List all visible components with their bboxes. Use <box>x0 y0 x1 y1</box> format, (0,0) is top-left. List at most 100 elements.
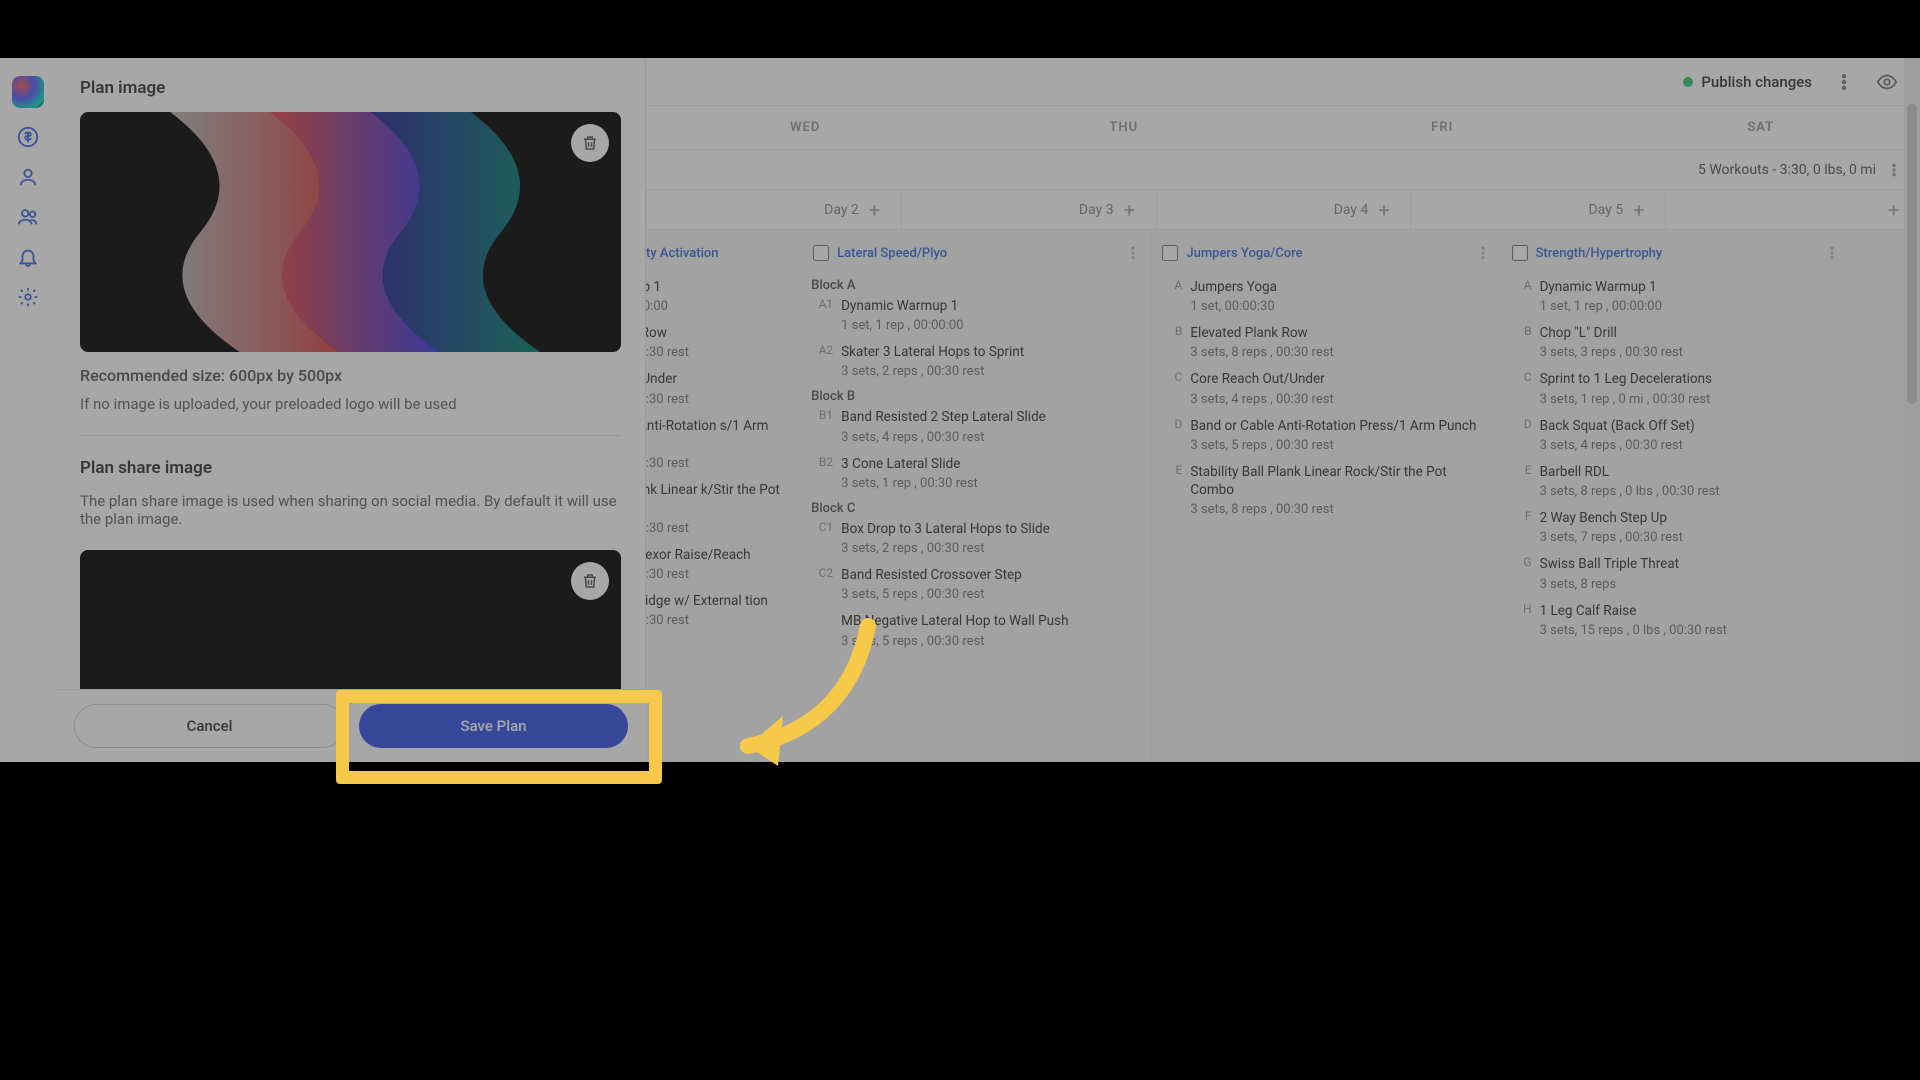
exercise-item[interactable]: C2 Band Resisted Crossover Step 3 sets, … <box>813 566 1141 602</box>
exercise-meta: s, 8 reps , 00:30 rest <box>646 345 792 360</box>
workout-title[interactable]: Strength/Hypertrophy <box>1536 246 1816 261</box>
column-menu-icon[interactable] <box>1475 245 1491 261</box>
user-icon[interactable] <box>17 166 39 188</box>
users-icon[interactable] <box>17 206 39 228</box>
exercise-badge: B <box>1162 324 1182 338</box>
day-label: Day 2 <box>824 202 859 218</box>
exercise-meta: 3 sets, 2 reps , 00:30 rest <box>841 541 1141 556</box>
exercise-item[interactable]: B Elevated Plank Row 3 sets, 8 reps , 00… <box>1162 324 1490 360</box>
exercise-badge: C1 <box>813 520 833 534</box>
workout-column: Strength/Hypertrophy A Dynamic Warmup 1 … <box>1501 230 1850 762</box>
planner-topbar: Publish changes <box>646 58 1920 106</box>
exercise-name: MB Negative Lateral Hop to Wall Push <box>841 612 1141 630</box>
add-day-icon[interactable]: + <box>1124 201 1142 219</box>
exercise-meta: 3 sets, 3 reps , 00:30 rest <box>1540 345 1840 360</box>
bell-icon[interactable] <box>17 246 39 268</box>
exercise-item[interactable]: C Core Reach Out/Under 3 sets, 4 reps , … <box>1162 370 1490 406</box>
exercise-item[interactable]: D Back Squat (Back Off Set) 3 sets, 4 re… <box>1512 417 1840 453</box>
exercise-name: 3 Cone Lateral Slide <box>841 455 1141 473</box>
exercise-item[interactable]: C1 Box Drop to 3 Lateral Hops to Slide 3… <box>813 520 1141 556</box>
exercise-item[interactable]: C Sprint to 1 Leg Decelerations 3 sets, … <box>1512 370 1840 406</box>
exercise-item[interactable]: Kneel Hip Flexor Raise/Reach s, 2 reps ,… <box>646 546 792 582</box>
save-plan-button[interactable]: Save Plan <box>359 704 628 748</box>
workout-checkbox[interactable] <box>813 245 829 261</box>
block-label: Block B <box>811 389 1141 404</box>
exercise-badge: E <box>1512 463 1532 477</box>
exercise-name: mic Warmup 1 <box>646 278 792 296</box>
exercise-item[interactable]: E Barbell RDL 3 sets, 8 reps , 0 lbs , 0… <box>1512 463 1840 499</box>
publish-changes-button[interactable]: Publish changes <box>1683 73 1812 91</box>
exercise-meta: 3 sets, 5 reps , 00:30 rest <box>841 587 1141 602</box>
column-menu-icon[interactable] <box>1125 245 1141 261</box>
exercise-item[interactable]: D Band or Cable Anti-Rotation Press/1 Ar… <box>1162 417 1490 453</box>
exercise-name: Band Hip Bridge w/ External tion <box>646 592 792 610</box>
planner-scrollbar[interactable] <box>1904 58 1920 762</box>
exercise-badge: H <box>1512 602 1532 616</box>
exercise-item[interactable]: F 2 Way Bench Step Up 3 sets, 7 reps , 0… <box>1512 509 1840 545</box>
exercise-item[interactable]: d or Cable Anti-Rotation s/1 Arm Punch s… <box>646 417 792 471</box>
exercise-badge: E <box>1162 463 1182 477</box>
exercise-badge: B <box>1512 324 1532 338</box>
exercise-badge: A1 <box>813 297 833 311</box>
workout-title[interactable]: /Movement Quality Activation <box>646 246 792 261</box>
cancel-button[interactable]: Cancel <box>74 704 345 748</box>
workout-checkbox[interactable] <box>1512 245 1528 261</box>
exercise-meta: 1 set, 1 rep , 00:00:00 <box>1540 299 1840 314</box>
delete-share-image-button[interactable] <box>571 562 609 600</box>
app-logo[interactable] <box>12 76 44 108</box>
add-day-icon[interactable]: + <box>869 201 887 219</box>
exercise-item[interactable]: E Stability Ball Plank Linear Rock/Stir … <box>1162 463 1490 517</box>
exercise-name: Back Squat (Back Off Set) <box>1540 417 1840 435</box>
exercise-meta: 3 sets, 1 rep , 00:30 rest <box>841 476 1141 491</box>
exercise-name: Core Reach Out/Under <box>1190 370 1490 388</box>
exercise-meta: s, 8 reps , 00:30 rest <box>646 613 792 628</box>
column-menu-icon[interactable] <box>1824 245 1840 261</box>
share-image-title: Plan share image <box>80 458 621 478</box>
dollar-icon[interactable] <box>17 126 39 148</box>
delete-plan-image-button[interactable] <box>571 124 609 162</box>
exercise-item[interactable]: B Chop "L" Drill 3 sets, 3 reps , 00:30 … <box>1512 324 1840 360</box>
trash-icon <box>581 134 599 152</box>
plan-image-preview <box>80 112 621 352</box>
exercise-name: Band or Cable Anti-Rotation Press/1 Arm … <box>1190 417 1490 435</box>
exercise-item[interactable]: Band Hip Bridge w/ External tion s, 8 re… <box>646 592 792 628</box>
exercise-item[interactable]: A Jumpers Yoga 1 set, 00:00:30 <box>1162 278 1490 314</box>
exercise-name: Stability Ball Plank Linear Rock/Stir th… <box>1190 463 1490 499</box>
exercise-item[interactable]: H 1 Leg Calf Raise 3 sets, 15 reps , 0 l… <box>1512 602 1840 638</box>
share-image-desc: The plan share image is used when sharin… <box>80 492 621 528</box>
exercise-badge: C2 <box>813 566 833 580</box>
exercise-badge: A2 <box>813 343 833 357</box>
exercise-item[interactable]: B1 Band Resisted 2 Step Lateral Slide 3 … <box>813 408 1141 444</box>
exercise-name: 2 Way Bench Step Up <box>1540 509 1840 527</box>
exercise-badge: C <box>1512 370 1532 384</box>
preview-icon[interactable] <box>1876 71 1898 93</box>
workout-title[interactable]: Lateral Speed/Plyo <box>837 246 1117 261</box>
exercise-item[interactable]: G Swiss Ball Triple Threat 3 sets, 8 rep… <box>1512 555 1840 591</box>
workout-checkbox[interactable] <box>1162 245 1178 261</box>
exercise-meta: 3 sets, 5 reps , 00:30 rest <box>1190 438 1490 453</box>
add-day-icon[interactable]: + <box>1633 201 1651 219</box>
exercise-item[interactable]: Reach Out/Under s, 4 reps , 00:30 rest <box>646 370 792 406</box>
exercise-item[interactable]: A1 Dynamic Warmup 1 1 set, 1 rep , 00:00… <box>813 297 1141 333</box>
dayhdr-thu: THU <box>965 106 1284 149</box>
exercise-meta: 3 sets, 7 reps , 00:30 rest <box>1540 530 1840 545</box>
exercise-item[interactable]: MB Negative Lateral Hop to Wall Push 3 s… <box>813 612 1141 648</box>
add-day-icon[interactable]: + <box>1378 201 1396 219</box>
gear-icon[interactable] <box>17 286 39 308</box>
exercise-badge: A <box>1512 278 1532 292</box>
exercise-name: 1 Leg Calf Raise <box>1540 602 1840 620</box>
exercise-item[interactable]: B2 3 Cone Lateral Slide 3 sets, 1 rep , … <box>813 455 1141 491</box>
exercise-meta: 3 sets, 8 reps , 0 lbs , 00:30 rest <box>1540 484 1840 499</box>
status-dot-icon <box>1683 77 1693 87</box>
workout-title[interactable]: Jumpers Yoga/Core <box>1186 246 1466 261</box>
exercise-item[interactable]: A Dynamic Warmup 1 1 set, 1 rep , 00:00:… <box>1512 278 1840 314</box>
exercise-item[interactable]: mic Warmup 1 , 1 rep , 00:00:00 <box>646 278 792 314</box>
exercise-meta: s, 5 reps , 00:30 rest <box>646 456 792 471</box>
exercise-item[interactable]: ated Plank Row s, 8 reps , 00:30 rest <box>646 324 792 360</box>
exercise-meta: 3 sets, 1 rep , 0 mi , 00:30 rest <box>1540 392 1840 407</box>
dayhdr-wed: WED <box>646 106 965 149</box>
more-menu-icon[interactable] <box>1834 72 1854 92</box>
exercise-item[interactable]: ility Ball Plank Linear k/Stir the Pot C… <box>646 481 792 535</box>
exercise-item[interactable]: A2 Skater 3 Lateral Hops to Sprint 3 set… <box>813 343 1141 379</box>
summary-menu-icon[interactable] <box>1886 162 1902 178</box>
